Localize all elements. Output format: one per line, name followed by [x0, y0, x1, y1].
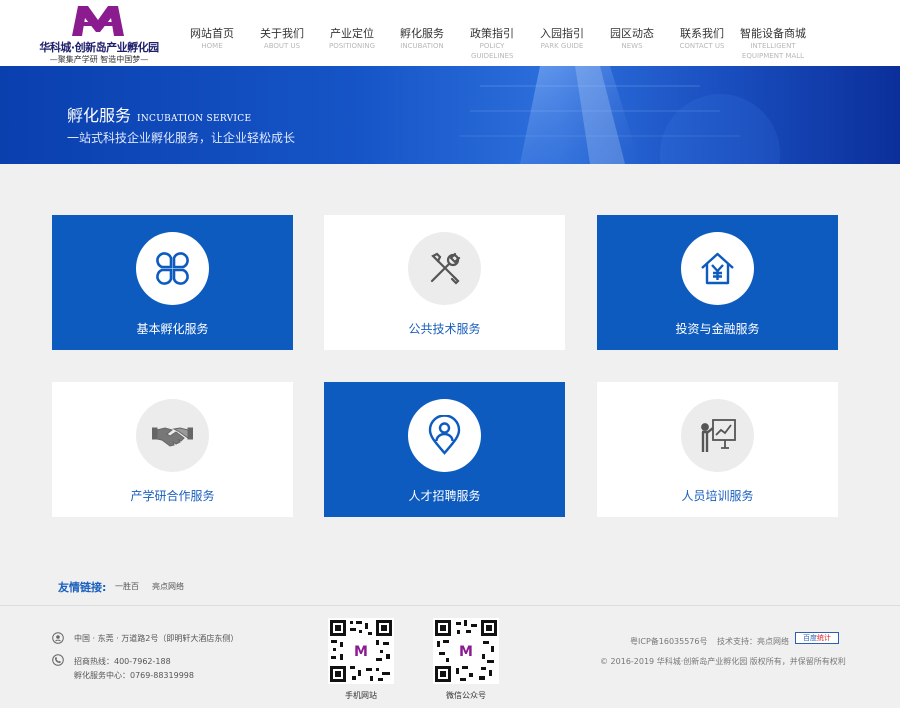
svg-text:M: M [354, 644, 368, 660]
service-card-staff-training[interactable]: 人员培训服务 [597, 382, 838, 517]
nav-sublabel: ABOUT US [263, 42, 301, 50]
site-header: 华科城·创新岛产业孵化园 —聚集产学研 智造中国梦— 网站首页 HOME 关于我… [0, 0, 900, 66]
nav-item-contact[interactable]: 联系我们 CONTACT US [667, 0, 737, 66]
person-location-icon [428, 415, 461, 455]
service-label: 公共技术服务 [408, 322, 481, 336]
svg-text:M: M [459, 644, 473, 660]
service-icon-circle [408, 232, 481, 305]
house-yen-icon [701, 252, 734, 285]
nav-item-mall[interactable]: 智能设备商城 INTELLIGENT EQUIPMENT MALL [735, 0, 811, 66]
nav-label: 产业定位 [330, 27, 374, 40]
qr-caption: 手机网站 [345, 691, 377, 700]
site-logo[interactable]: 华科城·创新岛产业孵化园 —聚集产学研 智造中国梦— [34, 4, 164, 64]
footer-hotline: 招商热线：400-7962-188 [74, 657, 171, 666]
baidu-stat-part2: 统计 [817, 634, 831, 642]
qr-code-image: M [328, 618, 394, 684]
wrench-screwdriver-icon [430, 252, 461, 285]
nav-item-about[interactable]: 关于我们 ABOUT US [247, 0, 317, 66]
service-icon-circle [408, 399, 481, 472]
nav-label: 联系我们 [680, 27, 724, 40]
nav-sublabel: INTELLIGENT EQUIPMENT MALL [741, 42, 805, 60]
icp-number[interactable]: 粤ICP备16035576号 [630, 636, 708, 647]
copyright: © 2016-2019 华科城·创新岛产业孵化园 版权所有，并保留所有权利 [600, 657, 846, 666]
nav-label: 政策指引 [470, 27, 514, 40]
nav-item-park-guide[interactable]: 入园指引 PARK GUIDE [527, 0, 597, 66]
handshake-icon [152, 427, 193, 447]
service-card-talent-recruitment[interactable]: 人才招聘服务 [324, 382, 565, 517]
nav-label: 园区动态 [610, 27, 654, 40]
phone-icon [52, 654, 64, 666]
qr-caption: 微信公众号 [446, 691, 486, 700]
nav-label: 智能设备商城 [740, 27, 806, 40]
nav-item-home[interactable]: 网站首页 HOME [177, 0, 247, 66]
nav-sublabel: NEWS [621, 42, 643, 50]
banner-description: 一站式科技企业孵化服务，让企业轻松成长 [67, 131, 296, 145]
nav-item-incubation[interactable]: 孵化服务 INCUBATION [387, 0, 457, 66]
nav-item-policy[interactable]: 政策指引 POLICY GUIDELINES [457, 0, 527, 66]
clover-icon [156, 252, 189, 285]
service-label: 人才招聘服务 [408, 489, 481, 503]
nav-label: 关于我们 [260, 27, 304, 40]
qr-code-wechat: M [433, 618, 499, 684]
friendly-link[interactable]: 一胜百 [115, 581, 139, 592]
footer-incubation-phone: 孵化服务中心：0769-88319998 [74, 671, 194, 680]
friendly-link[interactable]: 亮点网络 [152, 581, 184, 592]
page-banner: 孵化服务 INCUBATION SERVICE 一站式科技企业孵化服务，让企业轻松… [0, 66, 900, 164]
service-card-basic-incubation[interactable]: 基本孵化服务 [52, 215, 293, 350]
qr-code-mobile-site: M [328, 618, 394, 684]
friendly-links-title: 友情链接: [58, 581, 107, 594]
banner-title: 孵化服务 INCUBATION SERVICE [67, 102, 251, 126]
service-icon-circle [681, 399, 754, 472]
service-label: 基本孵化服务 [136, 322, 209, 336]
nav-sublabel: HOME [201, 42, 223, 50]
logo-name: 华科城·创新岛产业孵化园 [39, 41, 159, 54]
presentation-board-icon [701, 419, 736, 452]
service-card-public-tech[interactable]: 公共技术服务 [324, 215, 565, 350]
service-label: 产学研合作服务 [130, 489, 215, 503]
service-card-industry-academia[interactable]: 产学研合作服务 [52, 382, 293, 517]
qr-code-image: M [433, 618, 499, 684]
banner-title-en: INCUBATION SERVICE [137, 114, 252, 124]
nav-item-news[interactable]: 园区动态 NEWS [597, 0, 667, 66]
nav-label: 孵化服务 [400, 27, 444, 40]
nav-label: 网站首页 [190, 27, 234, 40]
service-icon-circle [136, 399, 209, 472]
location-icon [52, 632, 64, 644]
service-icon-circle [136, 232, 209, 305]
logo-slogan: —聚集产学研 智造中国梦— [49, 55, 149, 64]
baidu-stat-part1: 百度 [803, 634, 817, 642]
tech-support[interactable]: 技术支持：亮点网络 [717, 636, 789, 647]
nav-sublabel: PARK GUIDE [540, 42, 584, 50]
nav-sublabel: INCUBATION [400, 42, 444, 50]
nav-sublabel: POLICY GUIDELINES [471, 42, 514, 60]
nav-label: 入园指引 [540, 27, 584, 40]
footer-address: 中国 · 东莞 · 万道路2号（即明轩大酒店东侧） [74, 634, 239, 643]
nav-item-positioning[interactable]: 产业定位 POSITIONING [317, 0, 387, 66]
service-label: 投资与金融服务 [675, 322, 760, 336]
service-label: 人员培训服务 [681, 489, 754, 503]
logo-mark-icon [72, 6, 124, 36]
service-card-investment-finance[interactable]: 投资与金融服务 [597, 215, 838, 350]
service-icon-circle [681, 232, 754, 305]
baidu-stat-badge[interactable]: 百度统计 [795, 632, 839, 644]
nav-sublabel: CONTACT US [679, 42, 725, 50]
banner-title-zh: 孵化服务 [67, 106, 132, 125]
nav-sublabel: POSITIONING [328, 42, 376, 50]
